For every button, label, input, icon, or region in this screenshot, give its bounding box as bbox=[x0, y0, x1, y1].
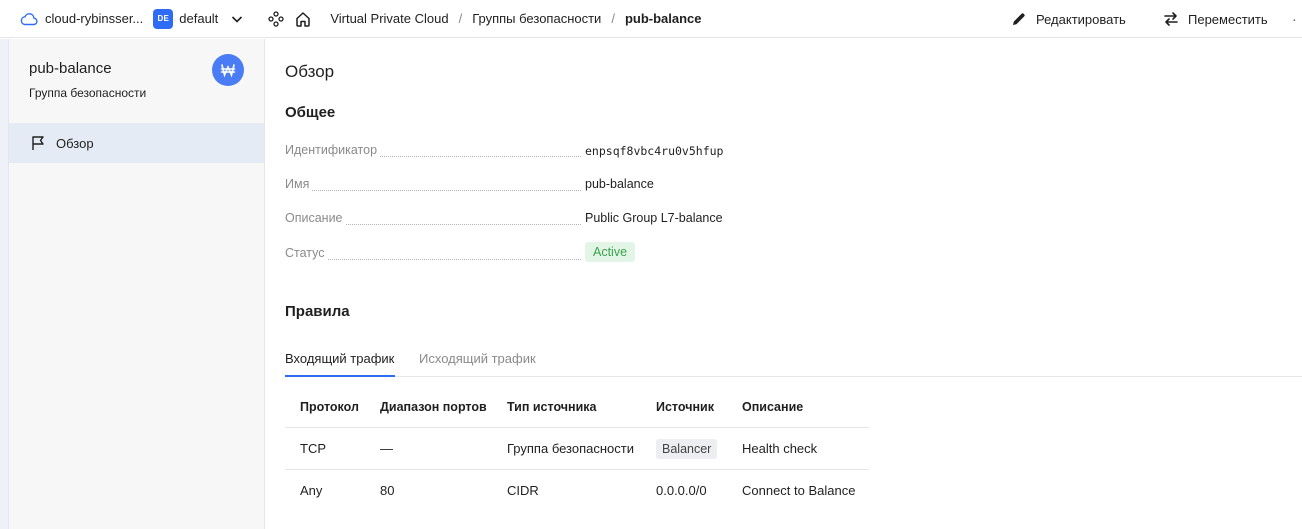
home-icon[interactable] bbox=[294, 10, 312, 28]
resource-subtitle: Группа безопасности bbox=[29, 86, 147, 100]
prop-row-id: Идентификатор enpsqf8vbc4ru0v5hfup bbox=[285, 143, 745, 161]
section-rules-heading: Правила bbox=[285, 303, 350, 320]
breadcrumb-current: pub-balance bbox=[624, 11, 702, 26]
arrows-swap-icon bbox=[1162, 10, 1180, 28]
source-badge[interactable]: Balancer bbox=[656, 439, 718, 459]
table-cell: TCP bbox=[300, 441, 326, 456]
prop-value-id[interactable]: enpsqf8vbc4ru0v5hfup bbox=[585, 144, 723, 158]
tab-egress[interactable]: Исходящий трафик bbox=[419, 351, 536, 366]
move-button-label: Переместить bbox=[1188, 11, 1268, 27]
table-cell: Balancer bbox=[656, 428, 718, 470]
column-header: Тип источника bbox=[507, 400, 597, 414]
prop-row-status: Статус Active bbox=[285, 242, 745, 264]
resource-title: pub-balance bbox=[29, 60, 112, 77]
breadcrumb-separator: / bbox=[458, 11, 463, 26]
tab-ingress[interactable]: Входящий трафик bbox=[285, 351, 394, 366]
flag-icon bbox=[30, 135, 46, 151]
rules-tabs: Входящий трафик Исходящий трафик bbox=[285, 348, 1302, 377]
table-cell: Группа безопасности bbox=[507, 441, 634, 456]
table-cell: Connect to Balance bbox=[742, 483, 856, 498]
folder-badge: DE bbox=[153, 8, 174, 29]
table-cell: — bbox=[380, 441, 393, 456]
prop-row-description: Описание Public Group L7-balance bbox=[285, 211, 745, 229]
prop-row-name: Имя pub-balance bbox=[285, 177, 745, 195]
dotted-leader bbox=[285, 259, 581, 260]
table-header-row: Протокол Диапазон портов Тип источника И… bbox=[285, 386, 869, 428]
main-content: Обзор Общее Идентификатор enpsqf8vbc4ru0… bbox=[265, 39, 1302, 529]
section-general-heading: Общее bbox=[285, 104, 336, 121]
cloud-name[interactable]: cloud-rybinsser... bbox=[45, 11, 143, 26]
status-badge: Active bbox=[585, 242, 636, 262]
column-header: Протокол bbox=[300, 400, 359, 414]
table-row[interactable]: Any 80 CIDR 0.0.0.0/0 Connect to Balance bbox=[285, 470, 869, 512]
cloud-icon bbox=[20, 12, 38, 26]
table-row[interactable]: TCP — Группа безопасности Balancer Healt… bbox=[285, 428, 869, 470]
page-title: Обзор bbox=[285, 62, 335, 81]
sidebar-item-overview[interactable]: Обзор bbox=[9, 123, 264, 163]
context-switcher[interactable]: cloud-rybinsser... DE default Virtual Pr… bbox=[0, 0, 702, 38]
breadcrumb-security-groups[interactable]: Группы безопасности bbox=[472, 11, 601, 26]
move-button[interactable]: Переместить bbox=[1162, 0, 1268, 38]
column-header: Источник bbox=[656, 400, 714, 414]
more-icon[interactable]: · bbox=[1292, 12, 1302, 26]
services-icon[interactable] bbox=[268, 10, 284, 27]
security-group-icon bbox=[212, 54, 244, 86]
prop-key: Статус bbox=[285, 246, 327, 260]
table-cell: 0.0.0.0/0 bbox=[656, 483, 707, 498]
sidebar-item-label: Обзор bbox=[56, 135, 94, 151]
prop-value-name: pub-balance bbox=[585, 177, 654, 191]
pencil-icon bbox=[1010, 10, 1028, 28]
prop-key: Идентификатор bbox=[285, 143, 380, 157]
chevron-down-icon[interactable] bbox=[230, 12, 244, 26]
breadcrumb-separator: / bbox=[611, 11, 615, 26]
table-cell: Health check bbox=[742, 441, 818, 456]
folder-name[interactable]: default bbox=[179, 11, 218, 26]
sidebar: pub-balance Группа безопасности Обзор bbox=[9, 39, 265, 529]
prop-key: Имя bbox=[285, 177, 312, 191]
column-header: Диапазон портов bbox=[380, 400, 487, 414]
prop-value-description: Public Group L7-balance bbox=[585, 211, 723, 225]
edit-button[interactable]: Редактировать bbox=[1010, 0, 1126, 38]
table-cell: Any bbox=[300, 483, 323, 498]
dotted-leader bbox=[285, 190, 581, 191]
active-tab-indicator bbox=[285, 375, 395, 377]
top-bar: cloud-rybinsser... DE default Virtual Pr… bbox=[0, 0, 1302, 38]
breadcrumb-vpc[interactable]: Virtual Private Cloud bbox=[330, 11, 448, 26]
column-header: Описание bbox=[742, 400, 804, 414]
table-cell: CIDR bbox=[507, 483, 539, 498]
prop-key: Описание bbox=[285, 211, 345, 225]
left-edge-strip bbox=[0, 39, 9, 529]
edit-button-label: Редактировать bbox=[1036, 11, 1126, 27]
table-cell: 80 bbox=[380, 483, 395, 498]
